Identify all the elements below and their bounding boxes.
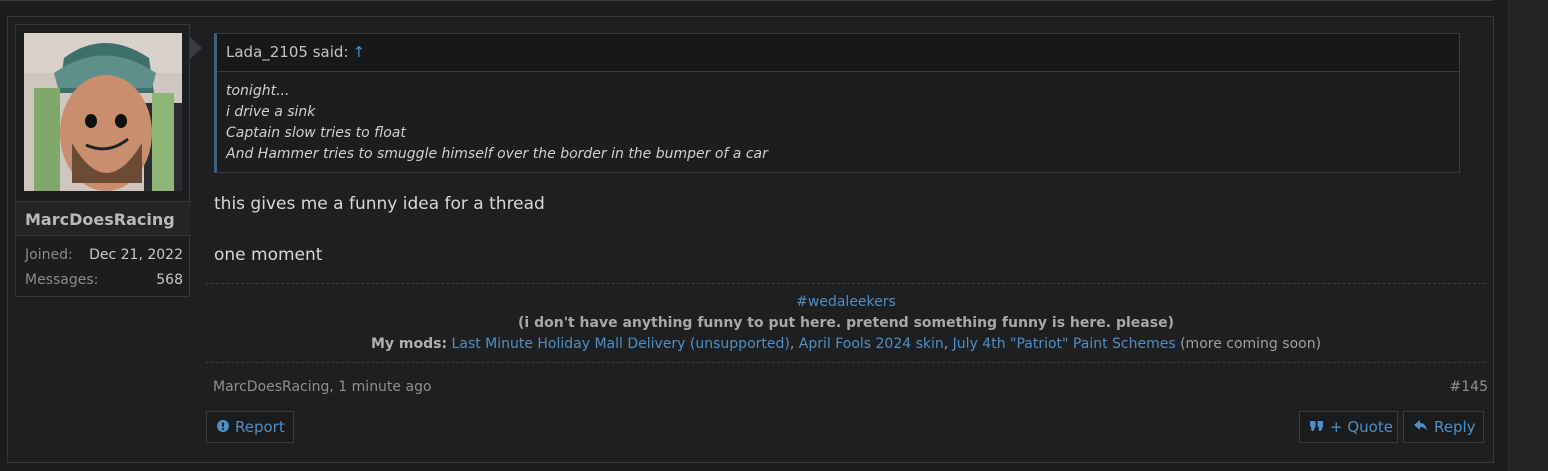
user-arrow-icon bbox=[190, 37, 202, 59]
post-meta[interactable]: MarcDoesRacing, 1 minute ago bbox=[213, 379, 432, 395]
report-label: Report bbox=[235, 418, 285, 436]
quote-line: And Hammer tries to smuggle himself over… bbox=[226, 146, 768, 162]
signature-text: (i don't have anything funny to put here… bbox=[518, 315, 1174, 331]
message-line: this gives me a funny idea for a thread bbox=[214, 194, 545, 214]
signature-tag[interactable]: #wedaleekers bbox=[206, 294, 1486, 310]
messages-stat: Messages: 568 bbox=[25, 272, 183, 292]
mod-link[interactable]: Last Minute Holiday Mall Delivery (unsup… bbox=[452, 336, 790, 352]
mod-link[interactable]: July 4th "Patriot" Paint Schemes bbox=[953, 336, 1176, 352]
report-button[interactable]: Report bbox=[206, 411, 294, 443]
quote-label: + Quote bbox=[1330, 418, 1393, 436]
quote-block: Lada_2105 said: ↑ tonight... i drive a si… bbox=[214, 33, 1460, 173]
quote-header: Lada_2105 said: ↑ bbox=[217, 34, 1459, 72]
separator: , bbox=[943, 336, 949, 352]
footer-divider bbox=[206, 362, 1486, 363]
alert-circle-icon bbox=[217, 420, 229, 436]
top-divider bbox=[0, 0, 1493, 1]
more-coming: (more coming soon) bbox=[1180, 336, 1322, 352]
avatar[interactable] bbox=[24, 33, 182, 191]
joined-label: Joined: bbox=[25, 247, 73, 263]
forum-post: MarcDoesRacing Joined: Dec 21, 2022 Mess… bbox=[7, 16, 1494, 463]
separator: , bbox=[789, 336, 795, 352]
messages-label: Messages: bbox=[25, 272, 99, 288]
reply-button[interactable]: Reply bbox=[1403, 411, 1484, 443]
quote-line: tonight... bbox=[226, 83, 290, 99]
joined-stat: Joined: Dec 21, 2022 bbox=[25, 247, 183, 267]
mods-label: My mods: bbox=[370, 336, 448, 352]
joined-value: Dec 21, 2022 bbox=[89, 247, 183, 263]
right-scroll-rail bbox=[1508, 0, 1548, 471]
messages-value: 568 bbox=[156, 272, 183, 288]
quote-line: Captain slow tries to float bbox=[226, 125, 406, 141]
signature-mods: My mods: Last Minute Holiday Mall Delive… bbox=[206, 336, 1486, 352]
message-line: one moment bbox=[214, 245, 323, 265]
reply-label: Reply bbox=[1434, 418, 1476, 436]
reply-icon bbox=[1414, 420, 1428, 436]
quote-line: i drive a sink bbox=[226, 104, 316, 120]
jump-to-quote-icon[interactable]: ↑ bbox=[352, 43, 365, 61]
mod-link[interactable]: April Fools 2024 skin bbox=[799, 336, 944, 352]
post-number[interactable]: #145 bbox=[1448, 379, 1488, 395]
quote-body: tonight... i drive a sink Captain slow t… bbox=[217, 72, 1459, 165]
quote-button[interactable]: + Quote bbox=[1299, 411, 1398, 443]
quote-author[interactable]: Lada_2105 said: bbox=[226, 43, 348, 61]
user-info-block: MarcDoesRacing Joined: Dec 21, 2022 Mess… bbox=[15, 24, 191, 297]
quote-icon bbox=[1310, 420, 1324, 436]
signature-divider bbox=[206, 283, 1486, 284]
username[interactable]: MarcDoesRacing bbox=[16, 201, 191, 236]
